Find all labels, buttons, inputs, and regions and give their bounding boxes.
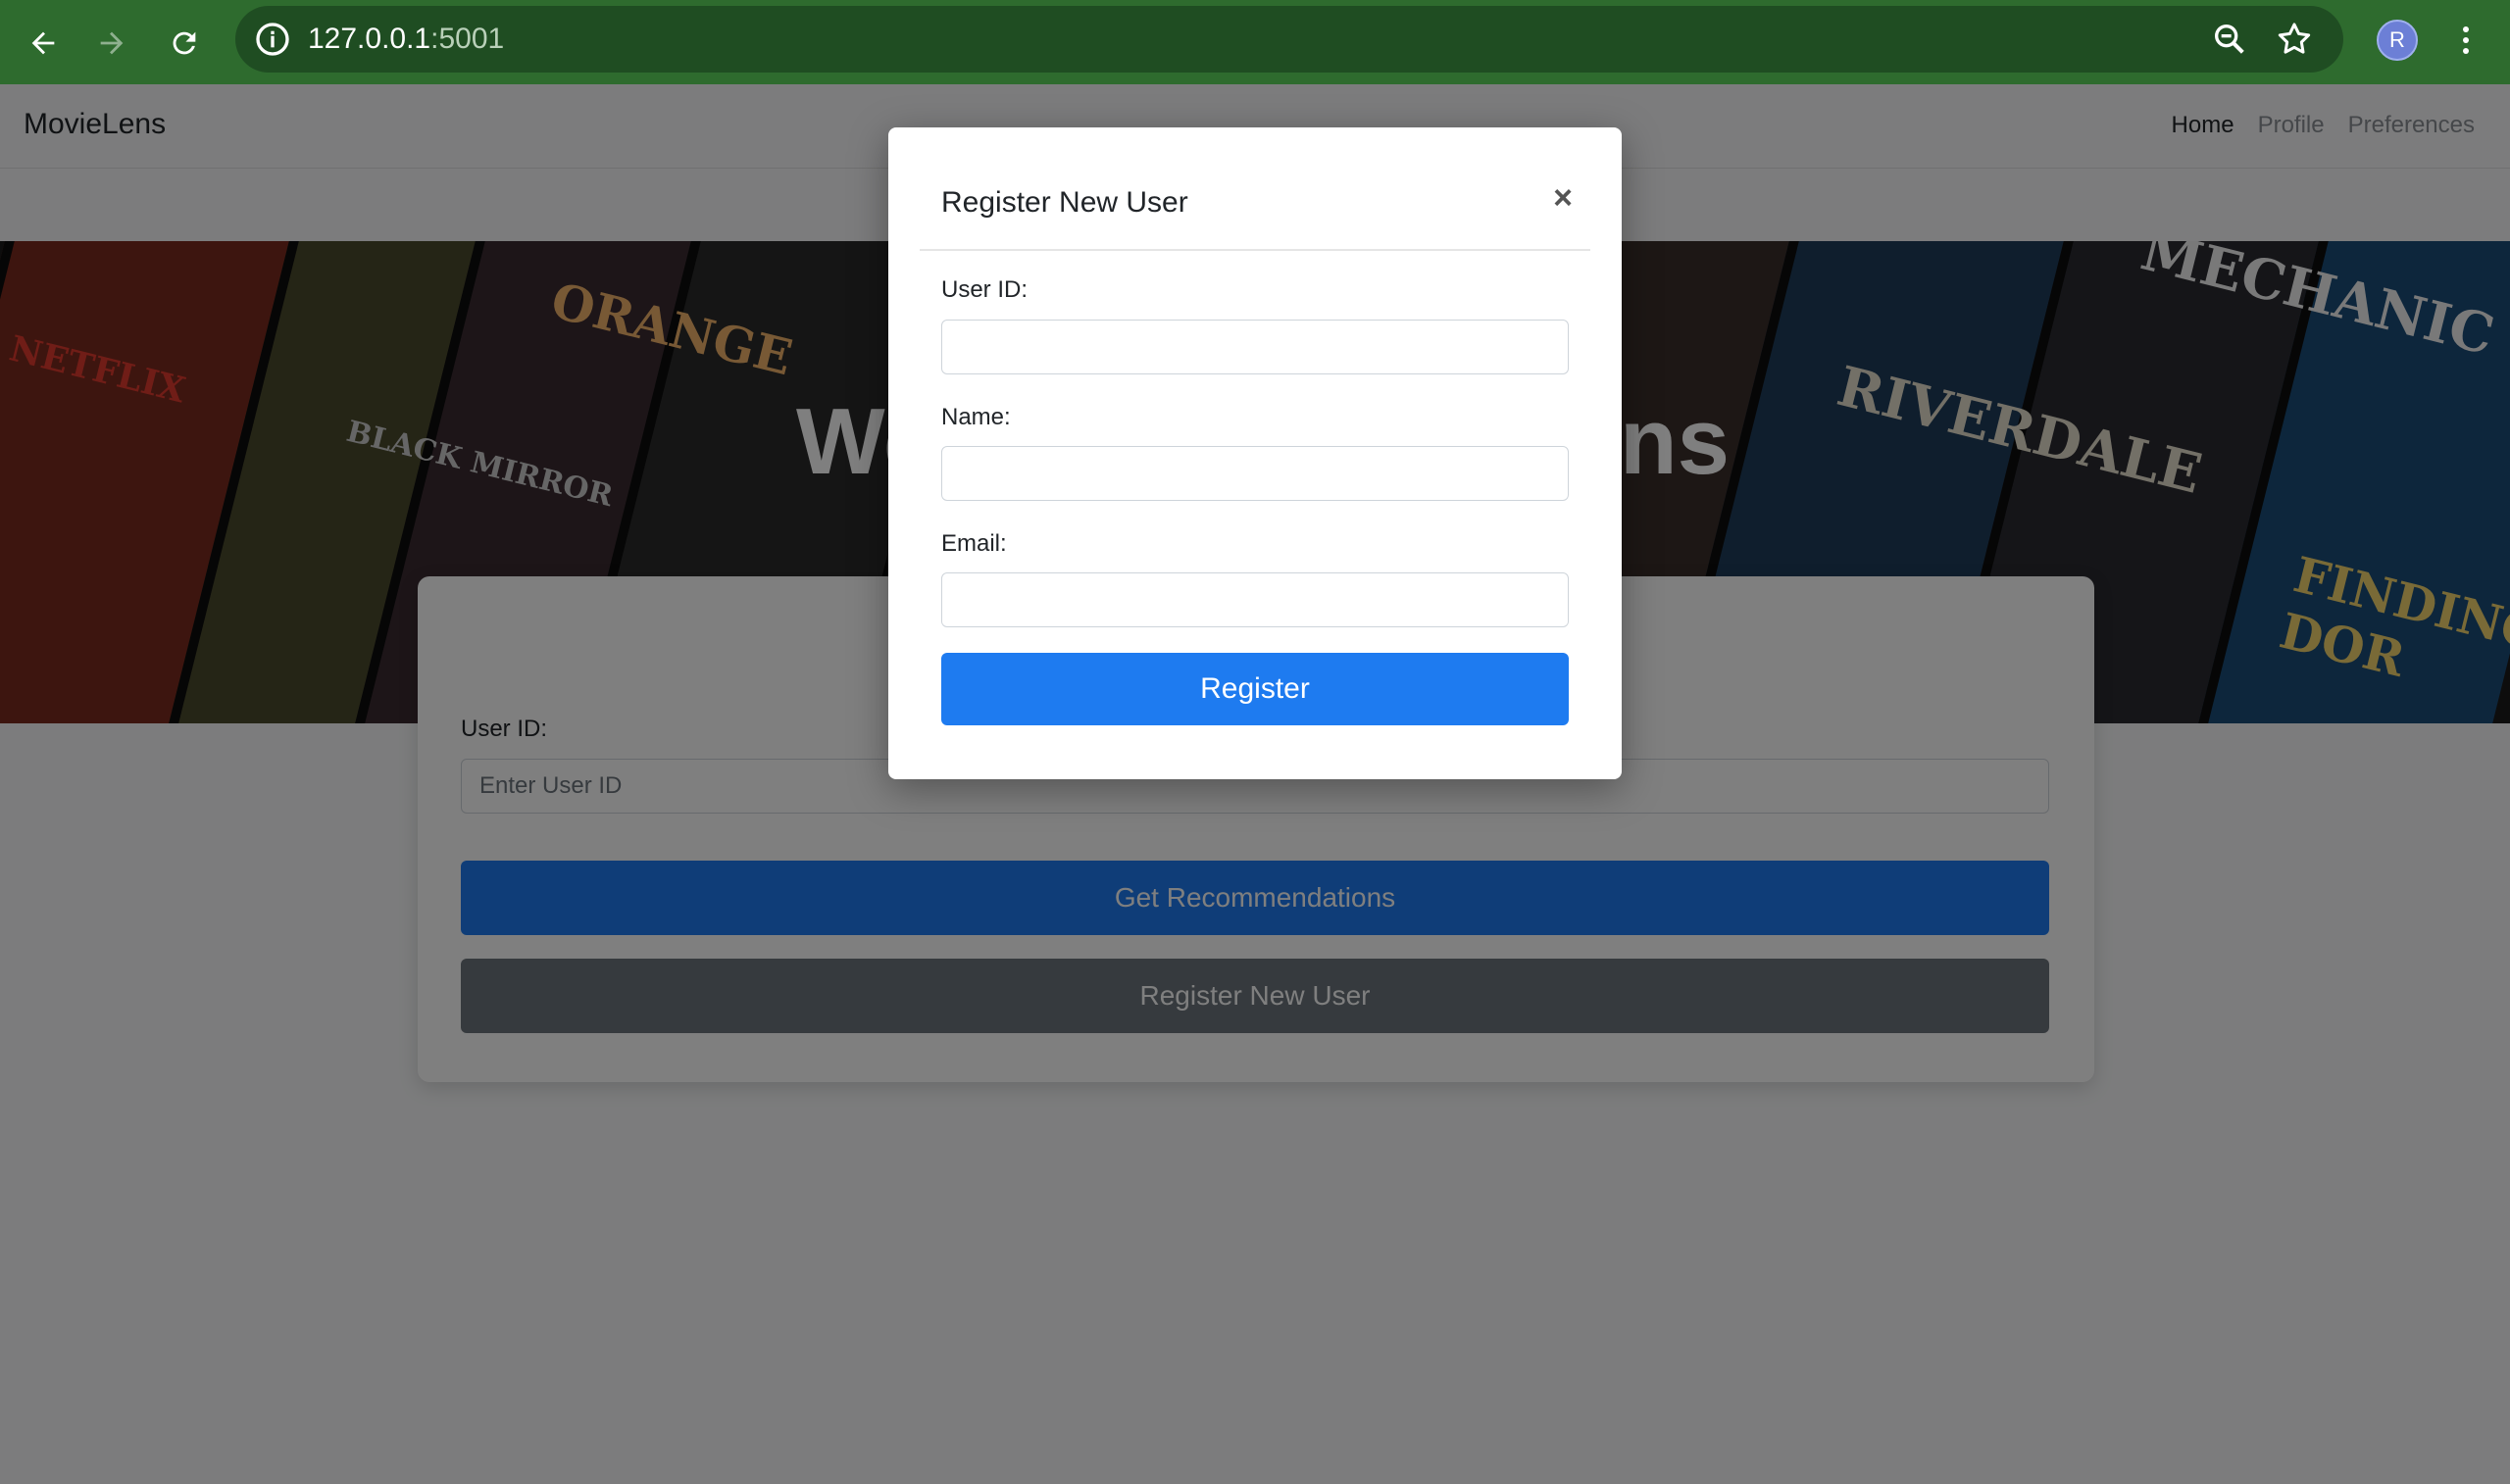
register-submit-button[interactable]: Register bbox=[941, 653, 1569, 725]
browser-toolbar: 127.0.0.1:5001 R bbox=[0, 0, 2510, 84]
kebab-menu-icon[interactable] bbox=[2449, 18, 2483, 63]
modal-email-field[interactable] bbox=[941, 572, 1569, 627]
info-icon[interactable] bbox=[253, 20, 292, 59]
address-bar[interactable]: 127.0.0.1:5001 bbox=[235, 6, 2343, 73]
modal-email-label: Email: bbox=[941, 530, 1007, 557]
modal-divider bbox=[920, 249, 1590, 251]
back-arrow-icon[interactable] bbox=[18, 18, 69, 69]
zoom-icon[interactable] bbox=[2210, 20, 2249, 59]
reload-icon[interactable] bbox=[159, 18, 210, 69]
modal-user-id-field[interactable] bbox=[941, 320, 1569, 374]
modal-name-field[interactable] bbox=[941, 446, 1569, 501]
modal-user-id-label: User ID: bbox=[941, 276, 1029, 303]
close-icon[interactable]: × bbox=[1543, 178, 1582, 218]
register-modal: Register New User × User ID: Name: Email… bbox=[888, 127, 1622, 779]
star-icon[interactable] bbox=[2275, 20, 2314, 59]
modal-title: Register New User bbox=[941, 186, 1188, 219]
url-text: 127.0.0.1:5001 bbox=[308, 23, 505, 55]
modal-name-label: Name: bbox=[941, 404, 1011, 430]
avatar[interactable]: R bbox=[2377, 20, 2418, 61]
forward-arrow-icon[interactable] bbox=[86, 18, 137, 69]
